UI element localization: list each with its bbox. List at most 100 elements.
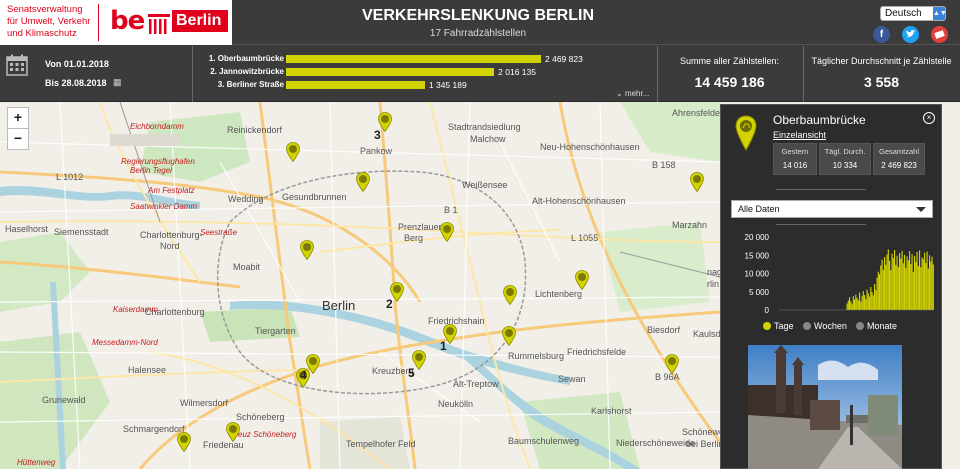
facebook-icon[interactable]: f	[873, 26, 890, 43]
chart-bar	[867, 293, 869, 310]
map-label: Lichtenberg	[535, 289, 583, 299]
chart-bar	[914, 255, 916, 310]
chart-bar	[891, 253, 893, 310]
map-label: Messedamm-Nord	[92, 338, 158, 347]
chart-bar	[859, 292, 861, 310]
map-label: Sewan	[558, 374, 586, 384]
chart-bar	[869, 296, 871, 310]
calendar-icon[interactable]	[6, 54, 28, 76]
chart-bar	[857, 300, 859, 310]
chart-bar	[927, 268, 929, 310]
map-label: Schönewe	[682, 427, 725, 437]
chart-bar	[925, 262, 927, 310]
twitter-bird-icon	[906, 30, 916, 38]
chart-bar	[885, 264, 887, 310]
map-label: Weißensee	[462, 180, 508, 190]
counter-marker-icon[interactable]	[502, 326, 516, 347]
counter-marker-icon[interactable]	[440, 222, 454, 243]
chart-bar	[910, 264, 912, 310]
legend-label: Tage	[774, 321, 794, 331]
chart-bar	[900, 258, 902, 310]
twitter-icon[interactable]	[902, 26, 919, 43]
location-photo	[748, 345, 902, 469]
map-label: Alt-Treptow	[453, 379, 499, 389]
logo-line: für Umwelt, Verkehr	[7, 16, 91, 27]
counter-marker-icon[interactable]	[286, 142, 300, 163]
marker-rank: 2	[386, 297, 393, 311]
counter-marker-icon[interactable]	[575, 270, 589, 291]
map-label: Saatwinkler Damm	[130, 202, 198, 211]
zoom-in-button[interactable]: +	[7, 107, 29, 129]
ranking-row[interactable]: 3. Berliner Straße 1 345 189	[200, 79, 650, 93]
language-select[interactable]: Deutsch ▲▼	[880, 6, 947, 21]
counter-marker-icon[interactable]	[177, 432, 191, 453]
chart-bar	[847, 300, 849, 310]
divider	[776, 189, 866, 190]
chart-bar	[892, 258, 894, 310]
map-label: Am Festplatz	[148, 186, 195, 195]
divider	[776, 224, 866, 225]
map-label: Wedding	[228, 194, 264, 204]
chart-bar	[890, 270, 892, 310]
map-label: L 1012	[56, 172, 84, 182]
chart-bar	[894, 250, 896, 310]
chart-bar	[921, 257, 923, 310]
panel-stat-value: 2 469 823	[881, 161, 917, 170]
chart-bar	[915, 261, 917, 310]
y-tick-label: 20 000	[745, 233, 770, 242]
ranking-label: 1. Oberbaumbrücke	[208, 54, 284, 63]
chart-bar	[901, 250, 903, 310]
chevron-down-icon	[916, 207, 926, 212]
zoom-out-button[interactable]: −	[7, 128, 29, 150]
map-label: Eichborndamm	[130, 122, 184, 131]
senate-logo[interactable]: Senatsverwaltung für Umwelt, Verkehr und…	[0, 0, 232, 45]
chart-bar	[856, 297, 858, 310]
map-label: L 1055	[571, 233, 599, 243]
chart-bar	[851, 303, 853, 311]
panel-stat-label: Tägl. Durch.	[824, 147, 866, 156]
map-label: Malchow	[470, 134, 506, 144]
map-label: Berg	[404, 233, 424, 243]
close-icon[interactable]: ×	[923, 112, 935, 124]
ranking-row[interactable]: 1. Oberbaumbrücke 2 469 823	[200, 53, 650, 67]
map-label: Ahrensfelde	[672, 108, 721, 118]
chart-bar	[920, 267, 922, 310]
counter-marker-icon[interactable]	[690, 172, 704, 193]
y-tick-label: 15 000	[745, 251, 770, 260]
counter-marker-icon[interactable]	[300, 240, 314, 261]
legend-days[interactable]: Tage	[763, 321, 794, 331]
y-tick-label: 0	[765, 306, 770, 315]
more-link[interactable]: ⌄ mehr...	[616, 89, 649, 98]
counter-marker-icon[interactable]	[356, 172, 370, 193]
panel-stat: Gesamtzahl 2 469 823	[873, 143, 925, 175]
panel-subtitle[interactable]: Einzelansicht	[773, 130, 826, 140]
small-calendar-icon[interactable]: ▦	[113, 77, 122, 88]
map-label: Grunewald	[42, 395, 86, 405]
counter-marker-icon[interactable]	[665, 354, 679, 375]
chart-bar	[924, 252, 926, 310]
chart-bar	[864, 295, 866, 310]
chart-bar	[916, 251, 918, 310]
chart-bar	[902, 263, 904, 310]
ranking-bar	[286, 81, 425, 89]
marker-rank: 4	[300, 368, 307, 382]
data-range-select[interactable]: Alle Daten	[731, 200, 933, 218]
counter-marker-icon[interactable]	[226, 422, 240, 443]
page-subtitle: 17 Fahrradzählstellen	[429, 28, 527, 39]
mail-icon[interactable]	[931, 26, 948, 43]
chart-bar	[922, 259, 924, 310]
map-label: Berlin	[322, 298, 356, 313]
counter-marker-icon[interactable]	[503, 285, 517, 306]
chart-bar	[879, 274, 881, 310]
map-label: Regierungsflughafen	[121, 157, 195, 166]
chart-bar	[855, 294, 857, 310]
date-from[interactable]: Von 01.01.2018	[45, 59, 109, 69]
legend-weeks[interactable]: Wochen	[803, 321, 847, 331]
marker-rank: 3	[374, 128, 381, 142]
ranking-row[interactable]: 2. Jannowitzbrücke 2 016 135	[200, 66, 650, 80]
legend-months[interactable]: Monate	[856, 321, 897, 331]
chart-bar	[877, 271, 879, 310]
chart-bar	[882, 269, 884, 310]
date-to[interactable]: Bis 28.08.2018	[45, 78, 107, 88]
chart-bar	[919, 250, 921, 310]
